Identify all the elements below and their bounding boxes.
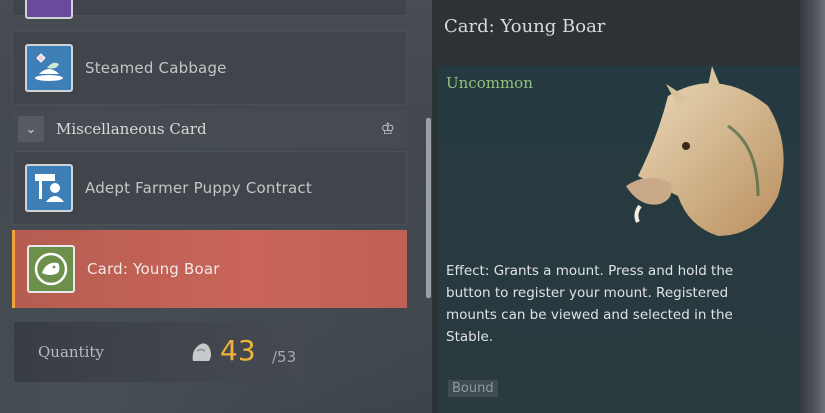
list-item-young-boar-selected[interactable]: Card: Young Boar	[12, 230, 407, 308]
quantity-row: Quantity 43 /53	[14, 322, 304, 382]
young-boar-illustration	[626, 66, 784, 236]
stone-pile-icon	[192, 343, 211, 361]
quantity-max: /53	[272, 348, 297, 366]
list-item-puppy-contract[interactable]: Adept Farmer Puppy Contract	[12, 151, 407, 225]
cabbage-dish-icon	[25, 44, 73, 92]
list-item-steamed-cabbage[interactable]: Steamed Cabbage	[12, 31, 407, 105]
list-item-label: Adept Farmer Puppy Contract	[85, 179, 312, 197]
category-header-misc-card[interactable]: ⌄ Miscellaneous Card ♔	[12, 110, 407, 148]
detail-card: Uncommon Effect: Grants a mount. Press a…	[438, 66, 800, 413]
item-detail-panel: Card: Young Boar Uncommon Effect: Grants…	[432, 0, 800, 413]
category-label: Miscellaneous Card	[56, 120, 207, 138]
crown-icon[interactable]: ♔	[381, 119, 395, 138]
effect-description: Effect: Grants a mount. Press and hold t…	[446, 263, 734, 345]
chevron-down-icon[interactable]: ⌄	[18, 116, 44, 142]
rarity-label: Uncommon	[446, 74, 533, 92]
detail-title: Card: Young Boar	[444, 16, 606, 37]
item-list-panel: Steamed Cabbage ⌄ Miscellaneous Card ♔ A…	[12, 0, 422, 310]
list-item-label: Steamed Cabbage	[85, 59, 227, 77]
list-item-label: Card: Young Boar	[87, 260, 220, 278]
boar-card-icon	[27, 245, 75, 293]
quantity-value: 43	[220, 334, 256, 367]
list-item-previous[interactable]	[12, 0, 407, 19]
list-scrollbar[interactable]	[426, 118, 431, 298]
item-icon-previous	[25, 0, 73, 19]
signpost-contract-icon	[25, 164, 73, 212]
bound-badge: Bound	[448, 380, 498, 397]
quantity-label: Quantity	[38, 343, 104, 361]
